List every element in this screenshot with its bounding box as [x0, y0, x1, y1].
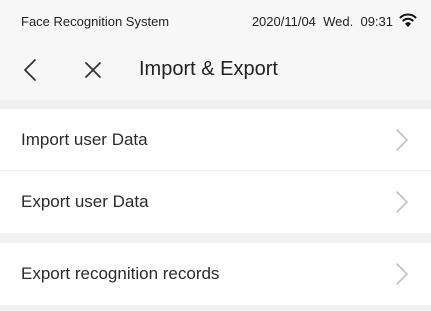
chevron-right-icon: [396, 128, 408, 151]
menu-item-import-user-data[interactable]: Import user Data: [0, 109, 431, 170]
chevron-left-icon: [24, 59, 36, 81]
menu-item-label: Import user Data: [21, 129, 148, 149]
close-icon: [85, 62, 101, 78]
menu-group-records: Export recognition records: [0, 243, 431, 305]
status-datetime: 2020/11/04 Wed. 09:31: [251, 14, 393, 29]
menu-item-export-user-data[interactable]: Export user Data: [0, 170, 431, 233]
menu-group-user-data: Import user Data Export user Data: [0, 109, 431, 233]
menu-item-export-recognition-records[interactable]: Export recognition records: [0, 243, 431, 304]
chevron-right-icon: [396, 191, 408, 213]
status-bar: Face Recognition System 2020/11/04 Wed. …: [0, 0, 431, 44]
navigation-bar: Import & Export: [0, 44, 431, 100]
menu-item-label: Export recognition records: [21, 263, 220, 283]
back-button[interactable]: [16, 52, 48, 88]
header: Face Recognition System 2020/11/04 Wed. …: [0, 0, 431, 100]
wifi-icon: [399, 13, 417, 27]
status-app-name: Face Recognition System: [21, 14, 170, 29]
close-button[interactable]: [78, 53, 108, 87]
page-title: Import & Export: [139, 58, 278, 80]
chevron-right-icon: [396, 262, 408, 285]
menu-item-label: Export user Data: [21, 192, 149, 211]
